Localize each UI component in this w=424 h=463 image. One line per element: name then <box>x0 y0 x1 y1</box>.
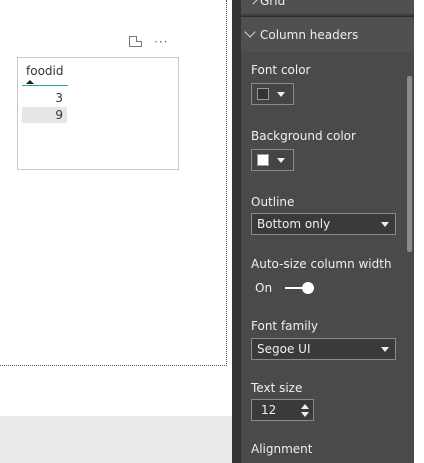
autosize-label: Auto-size column width <box>251 257 392 271</box>
text-size-stepper[interactable]: 12 <box>251 399 314 421</box>
table-visual[interactable]: foodid 3 9 <box>17 57 179 170</box>
font-color-swatch <box>257 88 269 100</box>
decrement-icon[interactable] <box>301 412 309 417</box>
visual-header-toolbar: ··· <box>129 36 168 48</box>
chevron-down-icon <box>381 222 389 227</box>
background-color-label: Background color <box>251 129 356 143</box>
outline-label: Outline <box>251 195 295 209</box>
chevron-down-icon <box>381 347 389 352</box>
chevron-down-icon <box>244 26 256 38</box>
text-size-value: 12 <box>261 403 277 417</box>
more-options-icon[interactable]: ··· <box>154 36 168 48</box>
pane-edge <box>232 0 241 463</box>
header-underline <box>22 85 68 86</box>
section-column-headers[interactable]: Column headers <box>241 16 414 52</box>
section-grid-label: Grid <box>260 0 286 8</box>
outline-value: Bottom only <box>257 217 331 231</box>
alignment-label: Alignment <box>251 442 313 456</box>
font-color-label: Font color <box>251 63 311 77</box>
background-color-picker[interactable] <box>251 149 294 171</box>
pane-outer-edge <box>414 0 424 463</box>
chevron-down-icon <box>277 92 285 97</box>
autosize-state: On <box>255 281 273 295</box>
section-column-headers-label: Column headers <box>260 28 359 42</box>
autosize-toggle[interactable] <box>302 282 314 294</box>
table-cell[interactable]: 9 <box>22 107 67 123</box>
table-cell[interactable]: 3 <box>22 90 67 106</box>
focus-mode-icon[interactable] <box>129 36 142 47</box>
increment-icon[interactable] <box>301 404 309 409</box>
chevron-down-icon <box>277 158 285 163</box>
font-family-value: Segoe UI <box>257 342 311 356</box>
pane-scrollbar[interactable] <box>407 76 412 252</box>
text-size-label: Text size <box>251 381 303 395</box>
font-family-label: Font family <box>251 319 318 333</box>
page-boundary <box>0 0 227 366</box>
font-color-picker[interactable] <box>251 83 294 105</box>
canvas-footer-area <box>0 416 232 463</box>
background-color-swatch <box>257 154 269 166</box>
sort-ascending-icon[interactable] <box>26 80 34 84</box>
font-family-dropdown[interactable]: Segoe UI <box>251 338 396 360</box>
section-grid[interactable]: Grid <box>241 0 414 14</box>
chevron-right-icon <box>247 0 259 5</box>
column-header-foodid[interactable]: foodid <box>26 64 63 78</box>
outline-dropdown[interactable]: Bottom only <box>251 213 396 235</box>
